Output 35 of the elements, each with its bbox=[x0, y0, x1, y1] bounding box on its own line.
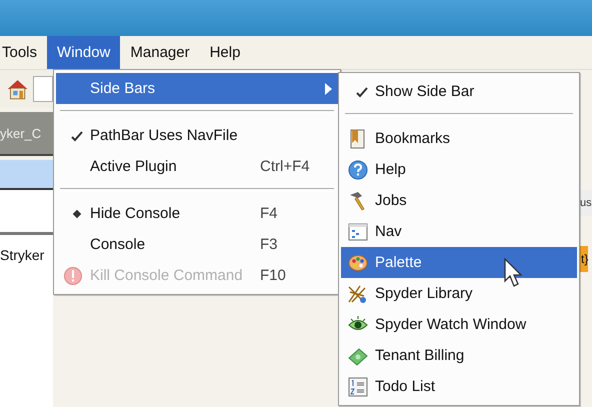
menu-item[interactable]: Show Side Bar bbox=[341, 76, 577, 107]
menu-item[interactable]: Palette bbox=[341, 247, 577, 278]
money-icon bbox=[348, 346, 368, 366]
menu-item[interactable]: Help bbox=[341, 154, 577, 185]
palette-icon bbox=[348, 252, 368, 272]
check-icon bbox=[71, 130, 83, 142]
menu-item[interactable]: Active Plugin Ctrl+F4 bbox=[56, 151, 338, 182]
menu-item[interactable]: Window bbox=[47, 36, 120, 69]
menu-item[interactable]: Console F3 bbox=[56, 229, 338, 260]
menu-item[interactable]: Tenant Billing bbox=[341, 340, 577, 371]
header-bar bbox=[0, 160, 53, 190]
cursor-icon bbox=[504, 258, 524, 288]
tree-window-icon bbox=[348, 222, 368, 242]
path-field[interactable] bbox=[33, 76, 53, 102]
menu-item[interactable]: Manager bbox=[120, 36, 200, 69]
shortcut-label: F10 bbox=[260, 267, 287, 284]
menu-item[interactable]: Todo List bbox=[341, 371, 577, 402]
shortcut-label: Ctrl+F4 bbox=[260, 158, 311, 175]
menu-item[interactable]: Help bbox=[200, 36, 250, 69]
menu-item[interactable]: Spyder Watch Window bbox=[341, 309, 577, 340]
menu-item[interactable]: Spyder Library bbox=[341, 278, 577, 309]
menu-item[interactable]: Bookmarks bbox=[341, 123, 577, 154]
menu-item[interactable]: Hide Console F4 bbox=[56, 198, 338, 229]
menu-item[interactable]: PathBar Uses NavFile bbox=[56, 120, 338, 151]
warning-icon bbox=[63, 266, 83, 286]
numbered-list-icon bbox=[348, 376, 368, 396]
menu-item[interactable]: Tools bbox=[0, 36, 48, 69]
tree-item[interactable]: Stryker bbox=[0, 247, 44, 263]
check-icon bbox=[356, 86, 368, 98]
shortcut-label: F3 bbox=[260, 236, 279, 253]
help-icon bbox=[348, 160, 368, 180]
shortcut-label: F4 bbox=[260, 205, 279, 222]
menu-item[interactable]: Jobs bbox=[341, 185, 577, 216]
menu-item[interactable]: Side Bars bbox=[56, 73, 338, 104]
menu-item[interactable]: Nav bbox=[341, 216, 577, 247]
